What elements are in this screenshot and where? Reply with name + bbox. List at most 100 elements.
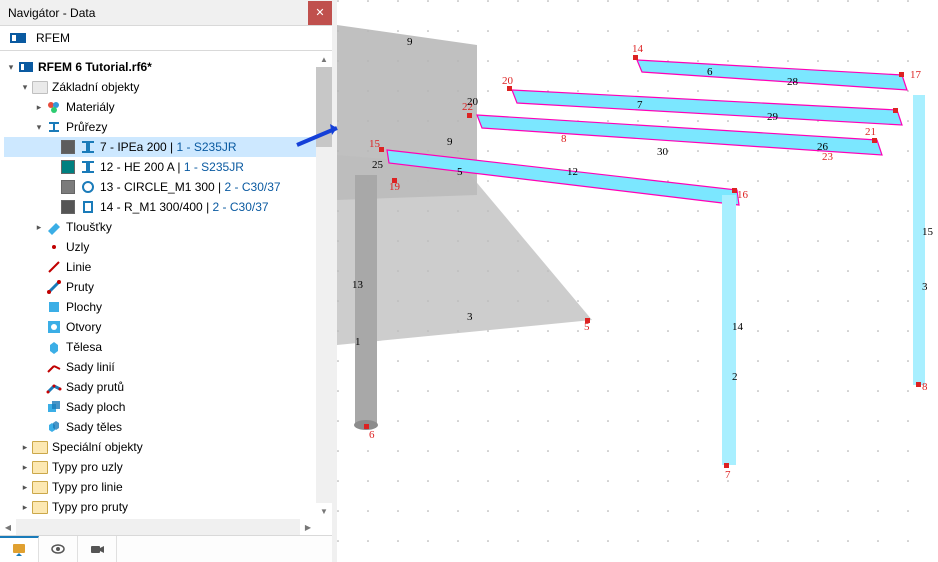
tree-special[interactable]: ▸ Speciální objekty — [4, 437, 332, 457]
svg-text:16: 16 — [737, 189, 749, 201]
tree-label: Typy pro uzly — [52, 460, 123, 474]
svg-text:14: 14 — [632, 43, 644, 55]
tree-label: Tělesa — [66, 340, 102, 354]
tree-surfacesets[interactable]: Sady ploch — [4, 397, 332, 417]
svg-text:19: 19 — [389, 181, 401, 193]
tree-basic[interactable]: ▾ Základní objekty — [4, 77, 332, 97]
scroll-up-button[interactable]: ▲ — [316, 51, 332, 67]
svg-text:3: 3 — [467, 311, 473, 323]
chevron-right-icon[interactable]: ▸ — [18, 442, 32, 453]
svg-text:8: 8 — [561, 133, 567, 145]
chevron-right-icon[interactable]: ▸ — [32, 102, 46, 113]
model-viewport[interactable]: 1417 2021 2223 1516 19 5 8 78 6 920 628 … — [337, 0, 938, 562]
tab-display[interactable] — [39, 536, 78, 562]
chevron-down-icon[interactable]: ▾ — [18, 82, 32, 93]
thickness-icon — [46, 219, 62, 235]
tree-sections[interactable]: ▾ Průřezy — [4, 117, 332, 137]
svg-text:28: 28 — [787, 76, 799, 88]
tabs-top: RFEM — [0, 25, 332, 51]
section-material-link[interactable]: 1 - S235JR — [177, 140, 237, 154]
camera-icon — [89, 541, 105, 557]
tree-label: Sady ploch — [66, 400, 125, 414]
model-render: 1417 2021 2223 1516 19 5 8 78 6 920 628 … — [337, 0, 937, 562]
svg-text:13: 13 — [352, 279, 364, 291]
pointer-arrow-icon — [292, 120, 352, 150]
tree-section-14[interactable]: 14 - R_M1 300/400 | 2 - C30/37 — [4, 197, 332, 217]
member-icon — [46, 279, 62, 295]
scroll-left-button[interactable]: ◀ — [0, 519, 16, 535]
tree-members[interactable]: Pruty — [4, 277, 332, 297]
section-material-link[interactable]: 2 - C30/37 — [225, 180, 281, 194]
navigator-tree[interactable]: ▾ RFEM 6 Tutorial.rf6* ▾ Základní objekt… — [0, 51, 332, 535]
tree-surfaces[interactable]: Plochy — [4, 297, 332, 317]
svg-text:7: 7 — [637, 99, 643, 111]
tab-views[interactable] — [78, 536, 117, 562]
tree-label: Pruty — [66, 280, 94, 294]
scroll-right-button[interactable]: ▶ — [300, 519, 316, 535]
tree-section-13[interactable]: 13 - CIRCLE_M1 300 | 2 - C30/37 — [4, 177, 332, 197]
chevron-right-icon[interactable]: ▸ — [18, 462, 32, 473]
tree-root-label: RFEM 6 Tutorial.rf6* — [38, 60, 152, 74]
lineset-icon — [46, 359, 62, 375]
tab-rfem[interactable]: RFEM — [0, 26, 80, 50]
circle-profile-icon — [80, 179, 96, 195]
tab-data[interactable] — [0, 536, 39, 562]
tree-label: Uzly — [66, 240, 89, 254]
section-label: 13 - CIRCLE_M1 300 | — [100, 180, 225, 194]
eye-icon — [50, 541, 66, 557]
panel-header: Navigátor - Data ✕ — [0, 0, 332, 25]
chevron-down-icon[interactable]: ▾ — [4, 62, 18, 73]
tree-label: Typy pro linie — [52, 480, 123, 494]
tree-types-lines[interactable]: ▸ Typy pro linie — [4, 477, 332, 497]
svg-text:26: 26 — [817, 141, 829, 153]
rect-profile-icon — [80, 199, 96, 215]
chevron-right-icon[interactable]: ▸ — [32, 222, 46, 233]
tabs-bottom — [0, 535, 332, 562]
model-icon — [18, 59, 34, 75]
tree-types-members[interactable]: ▸ Typy pro pruty — [4, 497, 332, 517]
tree-label: Sady linií — [66, 360, 115, 374]
section-material-link[interactable]: 2 - C30/37 — [213, 200, 269, 214]
svg-text:5: 5 — [457, 166, 463, 178]
tree-root[interactable]: ▾ RFEM 6 Tutorial.rf6* — [4, 57, 332, 77]
swatch-icon — [60, 139, 76, 155]
materials-icon — [46, 99, 62, 115]
tree-label: Linie — [66, 260, 91, 274]
surface-icon — [46, 299, 62, 315]
tree-label: Plochy — [66, 300, 102, 314]
scroll-down-button[interactable]: ▼ — [316, 503, 332, 519]
tree-solids[interactable]: Tělesa — [4, 337, 332, 357]
opening-icon — [46, 319, 62, 335]
chevron-right-icon[interactable]: ▸ — [18, 502, 32, 513]
node-icon — [46, 239, 62, 255]
svg-text:9: 9 — [407, 36, 413, 48]
horizontal-scrollbar[interactable]: ◀ ▶ — [0, 519, 316, 535]
close-button[interactable]: ✕ — [308, 1, 332, 25]
svg-text:21: 21 — [865, 126, 876, 138]
chevron-down-icon[interactable]: ▾ — [32, 122, 46, 133]
tree-materials[interactable]: ▸ Materiály — [4, 97, 332, 117]
tree-label: Průřezy — [66, 120, 107, 134]
svg-text:20: 20 — [467, 96, 479, 108]
tree-membersets[interactable]: Sady prutů — [4, 377, 332, 397]
tree-nodes[interactable]: Uzly — [4, 237, 332, 257]
tree-lines[interactable]: Linie — [4, 257, 332, 277]
sections-icon — [46, 119, 62, 135]
tree-thickness[interactable]: ▸ Tloušťky — [4, 217, 332, 237]
svg-text:6: 6 — [369, 429, 375, 441]
tree-linesets[interactable]: Sady linií — [4, 357, 332, 377]
tree-section-12[interactable]: 12 - HE 200 A | 1 - S235JR — [4, 157, 332, 177]
section-material-link[interactable]: 1 - S235JR — [184, 160, 244, 174]
tab-rfem-label: RFEM — [36, 31, 70, 45]
tree-solidsets[interactable]: Sady těles — [4, 417, 332, 437]
swatch-icon — [60, 199, 76, 215]
folder-icon — [32, 499, 48, 515]
surfaceset-icon — [46, 399, 62, 415]
tree-section-7[interactable]: 7 - IPEa 200 | 1 - S235JR — [4, 137, 332, 157]
tree-openings[interactable]: Otvory — [4, 317, 332, 337]
i-profile-icon — [80, 139, 96, 155]
chevron-right-icon[interactable]: ▸ — [18, 482, 32, 493]
svg-text:8: 8 — [922, 381, 928, 393]
tree-types-nodes[interactable]: ▸ Typy pro uzly — [4, 457, 332, 477]
tree-label: Sady prutů — [66, 380, 124, 394]
